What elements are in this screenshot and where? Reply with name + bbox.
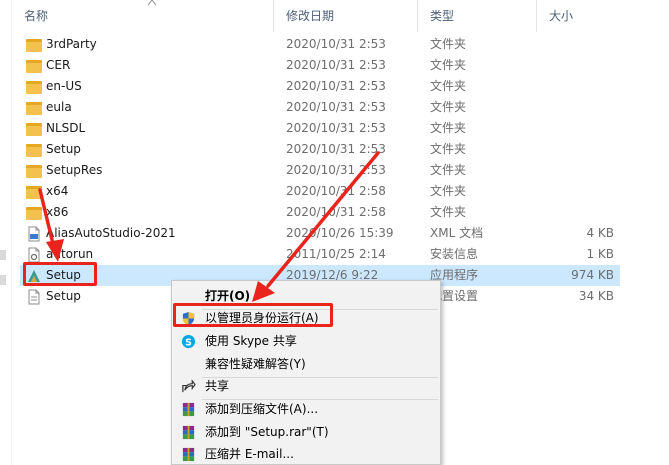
file-type: 文件夹 [430,37,467,51]
folder-icon [26,60,42,73]
navigation-pane-edge [0,0,12,465]
file-row[interactable]: Setup 2020/10/31 2:53 文件夹 [20,139,620,160]
file-date: 2020/10/31 2:53 [286,79,386,93]
file-row[interactable]: CER 2020/10/31 2:53 文件夹 [20,55,620,76]
file-name: x86 [46,205,69,219]
file-type: 文件夹 [430,184,467,198]
menu-item-compress-email[interactable]: 压缩并 E-mail... [172,443,440,465]
winrar-icon [182,425,195,440]
file-name: eula [46,100,72,114]
ini-file-icon [28,289,40,305]
file-name: CER [46,58,71,72]
svg-text:S: S [185,337,192,348]
file-name: 3rdParty [46,37,97,51]
folder-icon [26,102,42,115]
column-header-type[interactable]: 类型 [418,0,537,32]
share-icon [182,379,196,393]
menu-item-label: 添加到压缩文件(A)... [205,402,319,416]
menu-item-share[interactable]: 共享 [172,375,440,398]
file-date: 2020/10/31 2:53 [286,121,386,135]
menu-item-label: 共享 [205,379,230,393]
file-type: 文件夹 [430,100,467,114]
menu-item-add-to-archive[interactable]: 添加到压缩文件(A)... [172,398,440,421]
file-name: AliasAutoStudio-2021 [46,226,176,240]
file-name: en-US [46,79,82,93]
file-date: 2020/10/31 2:53 [286,163,386,177]
column-header-bar: 名称 修改日期 类型 大小 [12,0,669,32]
column-header-size[interactable]: 大小 [537,0,669,32]
skype-icon: S [181,334,196,348]
file-type: 文件夹 [430,205,467,219]
file-date: 2020/10/31 2:53 [286,142,386,156]
file-name: Setup [46,289,81,303]
folder-icon [26,186,42,199]
file-row[interactable]: en-US 2020/10/31 2:53 文件夹 [20,76,620,97]
folder-icon [26,144,42,157]
column-header-date[interactable]: 修改日期 [274,0,418,32]
file-name: SetupRes [46,163,103,177]
file-row[interactable]: AliasAutoStudio-2021 2020/10/26 15:39 XM… [20,223,620,244]
nav-pane-marker [0,250,6,260]
menu-item-add-to-setup-rar[interactable]: 添加到 "Setup.rar"(T) [172,421,440,444]
file-date: 2020/10/31 2:53 [286,58,386,72]
file-type: 文件夹 [430,79,467,93]
file-type: 文件夹 [430,121,467,135]
file-size: 34 KB [578,289,614,303]
column-header-name[interactable]: 名称 [12,0,274,32]
file-row[interactable]: SetupRes 2020/10/31 2:53 文件夹 [20,160,620,181]
highlight-box-setup [23,262,97,286]
file-row[interactable]: autorun 2011/10/25 2:14 安装信息 1 KB [20,244,620,265]
file-type: 安装信息 [430,247,479,261]
file-date: 2020/10/31 2:58 [286,184,386,198]
file-size: 4 KB [586,226,614,240]
file-row[interactable]: 3rdParty 2020/10/31 2:53 文件夹 [20,34,620,55]
file-size: 974 KB [571,268,614,282]
file-date: 2020/10/31 2:53 [286,100,386,114]
file-type: 文件夹 [430,142,467,156]
file-date: 2020/10/26 15:39 [286,226,394,240]
file-date: 2020/10/31 2:53 [286,37,386,51]
nav-pane-marker [0,275,6,285]
file-row[interactable]: x64 2020/10/31 2:58 文件夹 [20,181,620,202]
file-type: 文件夹 [430,58,467,72]
folder-icon [26,81,42,94]
file-size: 1 KB [586,247,614,261]
folder-icon [26,39,42,52]
file-name: x64 [46,184,69,198]
winrar-icon [182,402,195,417]
folder-icon [26,165,42,178]
file-type: XML 文档 [430,226,484,240]
menu-item-label: 添加到 "Setup.rar"(T) [205,425,329,439]
menu-item-label: 压缩并 E-mail... [205,447,294,461]
winrar-icon [182,447,195,462]
file-row[interactable]: eula 2020/10/31 2:53 文件夹 [20,97,620,118]
file-row[interactable]: x86 2020/10/31 2:58 文件夹 [20,202,620,223]
xml-file-icon [28,226,40,242]
folder-icon [26,123,42,136]
file-date: 2020/10/31 2:58 [286,205,386,219]
file-name: Setup [46,142,81,156]
file-type: 文件夹 [430,163,467,177]
file-name: NLSDL [46,121,86,135]
menu-item-compat-troubleshoot[interactable]: 兼容性疑难解答(Y) [172,353,440,376]
file-row[interactable]: NLSDL 2020/10/31 2:53 文件夹 [20,118,620,139]
menu-item-label: 使用 Skype 共享 [205,334,297,348]
highlight-box-run-as-admin [173,303,333,327]
file-date: 2011/10/25 2:14 [286,247,386,261]
menu-item-label: 兼容性疑难解答(Y) [205,357,306,371]
menu-item-skype-share[interactable]: S 使用 Skype 共享 [172,330,440,353]
inf-file-icon [28,247,40,263]
folder-icon [26,207,42,220]
